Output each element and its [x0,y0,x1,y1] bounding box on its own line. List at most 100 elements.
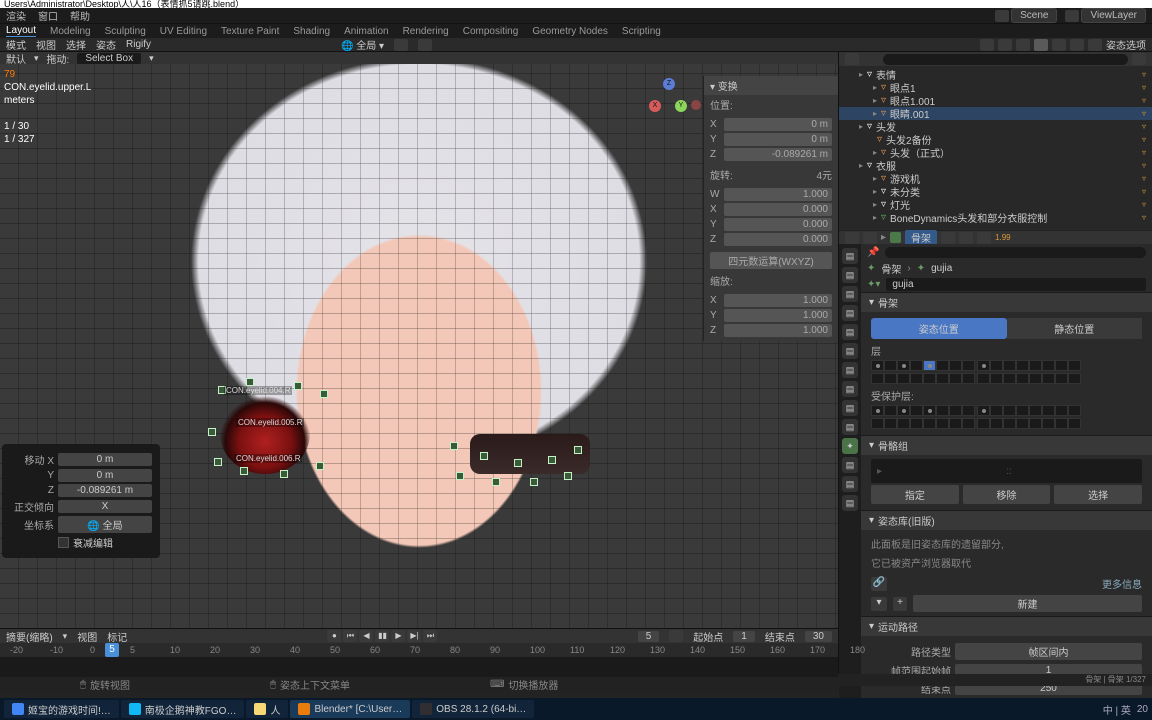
ptab-object[interactable]: ▤ [842,343,858,359]
ptab-constraint[interactable]: ▤ [842,419,858,435]
outliner-row[interactable]: ▸▿BoneDynamics头发和部分衣服控制▿ [839,211,1152,224]
bone-handle[interactable] [564,472,572,480]
protected-layers[interactable] [871,405,1142,416]
pose-position-toggle[interactable]: 姿态位置 静态位置 [871,318,1142,339]
tl-view[interactable]: 视图 [77,629,97,644]
bone-icon[interactable] [959,232,973,244]
pin-icon[interactable]: 📌 [867,247,879,258]
outliner-row[interactable]: ▸▿衣服▿ [839,159,1152,172]
bonegroup-list[interactable]: ▸:: [871,459,1142,483]
tab-shading[interactable]: Shading [293,26,330,37]
tab-layout[interactable]: Layout [6,25,36,37]
ptab-armature[interactable]: ✦ [842,438,858,454]
transform-header[interactable]: ▾ 变换 [704,76,838,95]
outliner-tree[interactable]: ▸▿表情▿▸▿眼点1▿▸▿眼点1.001▿▸▿眼睛.001▿▸▿头发▿▿头发2备… [839,66,1152,230]
bone-handle[interactable] [530,478,538,486]
scene-name[interactable]: Scene [1011,8,1057,23]
tab-compositing[interactable]: Compositing [463,26,519,37]
tab-animation[interactable]: Animation [344,26,388,37]
tab-geonodes[interactable]: Geometry Nodes [532,26,608,37]
new-poselib-button[interactable]: 新建 [913,595,1142,612]
rigify-menu[interactable]: Rigify [126,39,151,50]
outliner-row[interactable]: ▸▿游戏机▿ [839,172,1152,185]
next-key-icon[interactable]: ▶ [391,630,405,642]
menu-render[interactable]: 渲染 [6,8,26,23]
selectbox-dropdown[interactable]: Select Box [77,53,141,64]
coord-sys[interactable]: 🌐 全局 [58,516,152,533]
shading-rendered-icon[interactable] [1088,39,1102,51]
bone-handle[interactable] [240,467,248,475]
bone-icon[interactable] [977,232,991,244]
task-blender[interactable]: Blender* [C:\User… [290,700,410,718]
orient-global[interactable]: 🌐 全局 ▾ [341,37,384,52]
shading-solid-icon[interactable] [1052,39,1066,51]
ptab-physics[interactable]: ▤ [842,400,858,416]
outliner-search[interactable] [883,54,1128,65]
ptab-boneconst[interactable]: ▤ [842,476,858,492]
loc-z[interactable]: -0.089261 m [724,148,832,161]
tab-uvediting[interactable]: UV Editing [160,26,207,37]
remove-button[interactable]: 移除 [963,485,1051,504]
chain-icon[interactable]: 🔗 [871,577,887,591]
pose-options[interactable]: 姿态选项 [1106,37,1146,52]
loc-y[interactable]: 0 m [724,133,832,146]
crumb-armature[interactable]: 骨架 [905,230,937,245]
scale-z[interactable]: 1.000 [724,324,832,337]
ptab-particle[interactable]: ▤ [842,381,858,397]
current-frame[interactable]: 5 [638,631,660,642]
axis-neg[interactable] [691,100,701,110]
more-info-link[interactable]: 更多信息 [1102,576,1142,591]
bone-handle[interactable] [450,442,458,450]
armature-name-field[interactable]: gujia [886,278,1146,291]
task-folder[interactable]: 人 [246,700,288,718]
bone-handle[interactable] [456,472,464,480]
outliner-row[interactable]: ▸▿眼点1▿ [839,81,1152,94]
filter-icon[interactable] [1132,53,1146,65]
lock-icon[interactable] [669,630,683,642]
move-y[interactable]: 0 m [58,469,152,482]
step-fwd-icon[interactable]: ▶| [407,630,421,642]
armature-layers-2[interactable] [871,373,1142,384]
viewlayer-name[interactable]: ViewLayer [1081,8,1146,23]
ptab-world[interactable]: ▤ [842,324,858,340]
axis-z[interactable]: Z [663,78,675,90]
menu-window[interactable]: 窗口 [38,8,58,23]
crumb-armature-data[interactable]: gujia [931,263,952,274]
select-button[interactable]: 选择 [1054,485,1142,504]
bone-handle[interactable] [492,478,500,486]
tray-lang[interactable]: 中 | 英 [1103,702,1131,717]
bone-handle[interactable] [280,470,288,478]
rotation-mode-dropdown[interactable]: 四元数运算(WXYZ) [710,252,832,269]
tab-scripting[interactable]: Scripting [622,26,661,37]
task-qq[interactable]: 南极企鹅神教FGO… [121,700,245,718]
bone-handle[interactable] [574,446,582,454]
rot-w[interactable]: 1.000 [724,188,832,201]
proportional-icon[interactable] [418,39,432,51]
crumb-armature-obj[interactable]: 骨架 [881,261,901,276]
sec-armature[interactable]: 骨架 [878,295,898,310]
tab-modeling[interactable]: Modeling [50,26,91,37]
ptab-scene[interactable]: ▤ [842,305,858,321]
task-obs[interactable]: OBS 28.1.2 (64-bi… [412,700,534,718]
tl-marker[interactable]: 标记 [107,629,127,644]
move-z[interactable]: -0.089261 m [58,484,152,497]
bone-handle[interactable] [514,459,522,467]
task-chrome[interactable]: 姬宝的游戏时间!… [4,700,119,718]
bone-handle[interactable] [214,458,222,466]
ptab-material[interactable]: ▤ [842,495,858,511]
ptab-modifier[interactable]: ▤ [842,362,858,378]
loc-x[interactable]: 0 m [724,118,832,131]
tl-summary[interactable]: 摘要(缩略) [6,629,53,644]
ptab-viewlayer[interactable]: ▤ [842,286,858,302]
tab-sculpting[interactable]: Sculpting [105,26,146,37]
bone-handle[interactable] [548,456,556,464]
bone-handle[interactable] [208,428,216,436]
overlay-toggle-icon[interactable] [998,39,1012,51]
ptab-render[interactable]: ▤ [842,248,858,264]
axis-y[interactable]: Y [675,100,687,112]
sec-poselib[interactable]: 姿态库(旧版) [878,513,935,528]
property-search[interactable] [885,247,1146,258]
editor-type-icon[interactable] [845,232,859,244]
tray-time[interactable]: 20 [1137,704,1148,715]
jump-end-icon[interactable]: ⏭ [423,630,437,642]
